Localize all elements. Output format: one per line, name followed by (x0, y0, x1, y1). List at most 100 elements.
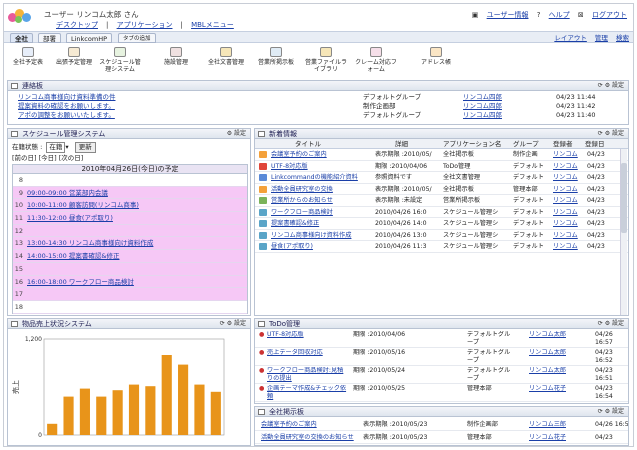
calendar-hour-row[interactable]: 13 13:00-14:30 リンコム商事様向け資料作成 (13, 237, 247, 251)
calendar-icon (22, 47, 34, 57)
search-link[interactable]: 検索 (616, 34, 629, 42)
news-row[interactable]: UTF-8対応版 期限 :2010/04/06 ToDo管理 デフォルト リンコム 04/… (255, 161, 628, 172)
calendar-hour-row[interactable]: 9 09:00-09:00 営業部内会議 (13, 186, 247, 200)
priority-icon: ● (259, 385, 265, 392)
calendar-hour-row[interactable]: 12 (13, 224, 247, 238)
news-row[interactable]: Linkcommandの機能紹介資料 参照資料です 全社文書管理 デフォルト リンコム 0… (255, 172, 628, 184)
panel-controls[interactable]: ⟳ ⚙ 設定 (598, 407, 624, 417)
calendar-event[interactable]: 10:00-11:00 顧客訪問(リンコム商事) (27, 199, 139, 212)
schedule-panel: スケジュール管理システム ⚙ 設定 在籍状態 : 在籍 ▾ 更新 [前の日] [今日… (7, 128, 251, 316)
todo-row[interactable]: ● 企画テーマ作成&チェック依頼 期限 :2010/05/25 管理本部 リンコム花子 0… (255, 384, 628, 402)
update-button[interactable]: 更新 (74, 142, 96, 153)
sales-panel: 物品売上状況システム ⟳ ⚙ 設定 売上 0 1,200 (7, 318, 251, 446)
calendar-hour-row[interactable]: 11 11:30-12:00 昼食(アポ取り) (13, 212, 247, 225)
panel-controls[interactable]: ⟳ ⚙ 設定 (598, 129, 624, 139)
app-icon (259, 185, 267, 193)
app-schedule-system[interactable]: スケジュール管理システム (98, 47, 142, 73)
app-address-book[interactable]: アドレス帳 (414, 47, 458, 66)
todo-row[interactable]: ● 売上データ回収対応 期限 :2010/05/16 デフォルトグループ リンコム太郎 0… (255, 348, 628, 366)
day-calendar: 2010年04月26日(今日)の予定 8 9 09:00-09:00 営業部内会議 1… (12, 164, 248, 314)
folder-icon (220, 47, 232, 57)
news-row[interactable]: リンコム商事様向け資料作成 2010/04/26 13:0 スケジュール管理シ デフォ… (255, 230, 628, 241)
board-row[interactable]: 活動全員研究室の交換のお知らせ 表示期限 :2010/05/23 管理本部 リンコム花… (255, 431, 628, 444)
app-icon (259, 162, 267, 170)
news-scrollbar[interactable] (620, 149, 627, 315)
tab-all[interactable]: 全社 (10, 33, 33, 43)
news-row[interactable]: 会議室予約のご案内 表示期限 :2010/05/全社掲示板 制作企画 リンコム 04/2… (255, 149, 628, 161)
board-row[interactable]: 会議室予約のご案内 表示期限 :2010/05/23 制作企画部 リンコム三郎 04/2… (255, 418, 628, 431)
manage-link[interactable]: 管理 (595, 34, 608, 42)
app-claim-form[interactable]: クレーム対応フォーム (354, 47, 398, 73)
todo-row[interactable]: ● UTF-8対応版 期限 :2010/04/06 デフォルトグループ リンコム太郎 04… (255, 330, 628, 348)
app-icon (259, 243, 267, 250)
sales-bar (112, 390, 123, 435)
hour-label: 10 (14, 201, 23, 210)
sales-bar (145, 386, 156, 435)
todo-row[interactable]: ● ワークフロー商品検討:見積りの提出 期限 :2010/05/24 デフォルトグルー… (255, 366, 628, 384)
news-row[interactable]: 提案書確認&修正 2010/04/26 14:0 スケジュール管理シ デフォルト リンコ… (255, 218, 628, 230)
chart-icon (11, 321, 18, 327)
status-select[interactable]: 在籍 (46, 142, 66, 153)
calendar-hour-row[interactable]: 8 (13, 174, 247, 187)
logout-link[interactable]: ⊠ ログアウト (578, 11, 627, 19)
nav-applications[interactable]: アプリケーション (117, 21, 173, 29)
news-row[interactable]: 昼食(アポ取り) 2010/04/26 11:3 スケジュール管理シ デフォルト リンコ… (255, 241, 628, 253)
calendar-hour-row[interactable]: 15 (13, 262, 247, 276)
contact-row[interactable]: リンコム商事様向け資料準備の件 デフォルトグループ リンコム四郎 04/23 1… (8, 93, 628, 102)
sales-bar (79, 388, 90, 435)
priority-icon: ● (259, 331, 265, 338)
news-row[interactable]: 活動全員研究室の交換 表示期限 :2010/05/全社掲示板 管理本部 リンコム 04/… (255, 184, 628, 195)
contact-row[interactable]: 提案資料の確認をお願いします。 制作企画部 リンコム四郎 04/23 11:42 (8, 102, 628, 111)
calendar-hour-row[interactable]: 18 (13, 301, 247, 314)
news-icon (258, 131, 265, 137)
nav-desktop[interactable]: デスクトップ (56, 21, 98, 29)
nav-mbl-menu[interactable]: MBLメニュー (191, 21, 234, 29)
portal-window: ユーザー リンコム太郎 さん デスクトップ | アプリケーション | MBLメニュー… (3, 3, 634, 447)
calendar-hour-row[interactable]: 14 14:00-15:00 提案書確認&修正 (13, 250, 247, 263)
calendar-hour-row[interactable]: 16 16:00-18:00 ワークフロー商品検討 (13, 275, 247, 289)
tab-add[interactable]: タブの追加 (118, 33, 156, 43)
day-nav[interactable]: [前の日] [今日] [次の日] (12, 154, 83, 163)
priority-icon: ● (259, 349, 265, 356)
main-nav: デスクトップ | アプリケーション | MBLメニュー (56, 21, 234, 29)
form-icon (370, 47, 382, 57)
y-axis-label: 売上 (11, 380, 20, 394)
calendar-event[interactable]: 14:00-15:00 提案書確認&修正 (27, 250, 119, 263)
app-company-schedule[interactable]: 全社予定表 (6, 47, 50, 66)
app-file-library[interactable]: 営業ファイルライブラリ (304, 47, 348, 73)
calendar-hour-row[interactable]: 17 (13, 288, 247, 301)
app-branch-board[interactable]: 営業所掲示板 (254, 47, 298, 66)
status-filter: 在籍状態 : 在籍 ▾ 更新 (12, 142, 96, 153)
calendar-hour-row[interactable]: 10 10:00-11:00 顧客訪問(リンコム商事) (13, 199, 247, 213)
app-documents[interactable]: 全社文書管理 (204, 47, 248, 66)
logo (8, 7, 36, 25)
tab-department[interactable]: 部署 (38, 33, 61, 43)
app-icon (259, 174, 267, 181)
app-icon (259, 220, 267, 227)
calendar-event[interactable]: 16:00-18:00 ワークフロー商品検討 (27, 276, 134, 289)
user-info-link[interactable]: ▣ ユーザー情報 (472, 11, 529, 19)
app-trip-schedule[interactable]: 出張予定管理 (52, 47, 96, 66)
calendar-event[interactable]: 11:30-12:00 昼食(アポ取り) (27, 212, 113, 225)
news-row[interactable]: 営業所からのお知らせ 表示期限 :未設定 営業所掲示板 デフォルト リンコム 04/23 (255, 195, 628, 207)
layout-link[interactable]: レイアウト (554, 34, 587, 42)
hour-label: 15 (14, 264, 23, 273)
app-icon (259, 197, 267, 204)
panel-controls[interactable]: ⚙ 設定 (227, 129, 246, 139)
app-facility[interactable]: 施設管理 (154, 47, 198, 66)
top-links: ▣ ユーザー情報 ? ヘルプ ⊠ ログアウト (466, 10, 627, 20)
app-icon (259, 231, 267, 239)
tab-linkcomhp[interactable]: LinkcomHP (66, 33, 113, 43)
panel-controls[interactable]: ⟳ ⚙ 設定 (598, 81, 624, 91)
contact-row[interactable]: アポの調整をお願いいたします。 デフォルトグループ リンコム四郎 04/23 1… (8, 111, 628, 120)
hour-label: 9 (18, 188, 23, 197)
contact-board-panel: 連絡板 ⟳ ⚙ 設定 リンコム商事様向け資料準備の件 デフォルトグループ リンコム… (7, 80, 629, 125)
day-header: 2010年04月26日(今日)の予定 (13, 165, 247, 174)
calendar-event[interactable]: 13:00-14:30 リンコム商事様向け資料作成 (27, 237, 153, 250)
calendar-event[interactable]: 09:00-09:00 営業部内会議 (27, 187, 108, 200)
panel-controls[interactable]: ⟳ ⚙ 設定 (598, 319, 624, 329)
news-row[interactable]: ワークフロー商品検討 2010/04/26 16:0 スケジュール管理シ デフォルトリ… (255, 207, 628, 218)
sales-bar (161, 355, 172, 435)
panel-controls[interactable]: ⟳ ⚙ 設定 (220, 319, 246, 329)
help-link[interactable]: ? ヘルプ (537, 11, 570, 19)
